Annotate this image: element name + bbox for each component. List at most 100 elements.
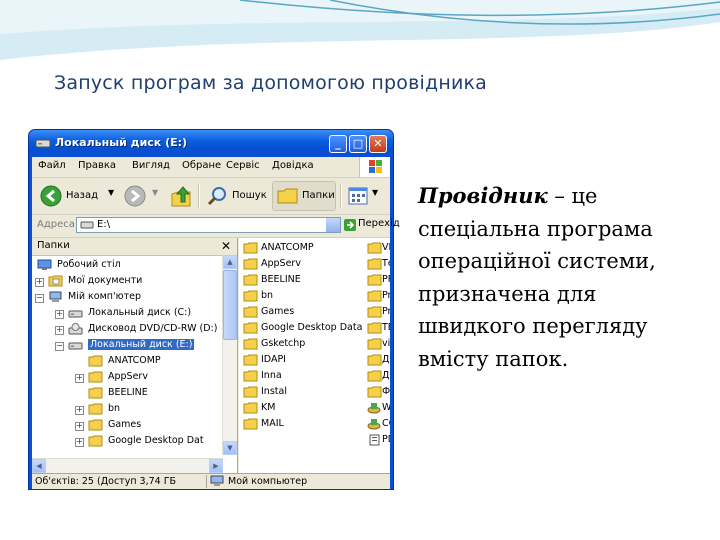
- address-dropdown-icon[interactable]: [326, 218, 340, 232]
- folder-icon: [243, 258, 258, 270]
- installer-icon: [367, 403, 381, 414]
- folder-icon: [367, 274, 382, 286]
- computer-icon: [210, 475, 224, 486]
- search-icon[interactable]: [206, 185, 228, 207]
- status-location: Мой компьютер: [228, 476, 308, 487]
- search-button[interactable]: Пошук: [232, 190, 267, 201]
- expand-icon[interactable]: +: [55, 326, 64, 335]
- folders-icon: [277, 188, 298, 204]
- menu-favorites[interactable]: Обране: [182, 160, 221, 171]
- folder-icon: [243, 322, 258, 334]
- folder-icon: [367, 322, 382, 334]
- views-icon[interactable]: [348, 187, 368, 205]
- tree-item-label: Мої документи: [68, 275, 143, 286]
- scroll-up-icon[interactable]: ▲: [223, 255, 237, 269]
- file-item-label: Ди: [382, 370, 390, 381]
- file-item-label: Ф: [382, 386, 390, 397]
- file-item-label: Д: [382, 354, 390, 365]
- decorative-swoosh: [0, 0, 720, 60]
- close-button[interactable]: ✕: [369, 135, 387, 153]
- menu-help[interactable]: Довідка: [272, 160, 314, 171]
- tree-item-label: Локальный диск (E:): [88, 339, 195, 350]
- file-item-label: Inna: [261, 370, 282, 381]
- collapse-icon[interactable]: −: [35, 294, 44, 303]
- back-arrow-icon[interactable]: [40, 185, 62, 207]
- folder-icon: [243, 242, 258, 254]
- window-client: Файл Правка Вигляд Обране Сервіс Довідка…: [32, 157, 400, 489]
- document-icon: [369, 434, 380, 446]
- tree-item-label: BEELINE: [108, 387, 148, 398]
- file-item-label: ANATCOMP: [261, 242, 314, 253]
- folders-button-label: Папки: [302, 190, 335, 201]
- folder-icon: [367, 242, 382, 254]
- tree-vertical-scrollbar[interactable]: ▲ ▼: [222, 255, 237, 455]
- scroll-thumb[interactable]: [223, 270, 237, 340]
- views-dropdown-icon[interactable]: ▼: [372, 188, 378, 197]
- folder-icon: [243, 306, 258, 318]
- address-label: Адреса:: [37, 219, 79, 230]
- file-item-label: Gsketchp: [261, 338, 306, 349]
- toolbar-separator: [340, 184, 342, 208]
- collapse-icon[interactable]: −: [55, 342, 64, 351]
- up-folder-icon[interactable]: [170, 184, 192, 208]
- forward-arrow-icon[interactable]: [124, 185, 146, 207]
- scroll-right-icon[interactable]: ▶: [209, 459, 223, 473]
- drive-icon: [68, 310, 83, 318]
- folder-icon: [243, 290, 258, 302]
- tree-item-label: bn: [108, 403, 121, 414]
- folder-icon: [88, 419, 103, 431]
- drive-icon: [80, 221, 94, 229]
- menu-file[interactable]: Файл: [38, 160, 66, 171]
- go-arrow-icon[interactable]: [344, 219, 356, 231]
- folder-icon: [88, 371, 103, 383]
- toolbar: Назад ▼ ▼ Пошук Папки ▼: [32, 178, 390, 215]
- file-item-label: Pr: [382, 290, 390, 301]
- toolbar-separator: [198, 184, 200, 208]
- menu-tools[interactable]: Сервіс: [226, 160, 260, 171]
- tree-horizontal-scrollbar[interactable]: ◀ ▶: [32, 458, 223, 473]
- menu-bar: Файл Правка Вигляд Обране Сервіс Довідка: [32, 157, 390, 178]
- tree-item-label: ANATCOMP: [108, 355, 161, 366]
- expand-icon[interactable]: +: [75, 406, 84, 415]
- folder-icon: [243, 274, 258, 286]
- file-item-label: Pr: [382, 306, 390, 317]
- address-value: E:\: [97, 219, 111, 230]
- folder-icon: [88, 355, 103, 367]
- expand-icon[interactable]: +: [55, 310, 64, 319]
- expand-icon[interactable]: +: [75, 438, 84, 447]
- folders-pane-header: Папки ✕: [32, 238, 237, 256]
- folder-icon: [367, 306, 382, 318]
- forward-dropdown-icon[interactable]: ▼: [152, 188, 158, 197]
- expand-icon[interactable]: +: [35, 278, 44, 287]
- tree-item-label: Google Desktop Dat: [108, 435, 204, 446]
- tree-item-label: Games: [108, 419, 142, 430]
- folder-icon: [367, 290, 382, 302]
- menu-view[interactable]: Вигляд: [132, 160, 170, 171]
- file-item-label: Games: [261, 306, 295, 317]
- file-item-label: PF: [382, 274, 390, 285]
- window-titlebar[interactable]: Локальный диск (E:) _ □ ✕: [29, 130, 393, 157]
- scroll-down-icon[interactable]: ▼: [223, 441, 237, 455]
- cd-drive-icon: [68, 323, 83, 335]
- close-pane-icon[interactable]: ✕: [221, 239, 231, 253]
- scroll-left-icon[interactable]: ◀: [32, 459, 46, 473]
- minimize-button[interactable]: _: [329, 135, 347, 153]
- folder-icon: [367, 338, 382, 350]
- back-dropdown-icon[interactable]: ▼: [108, 188, 114, 197]
- address-input[interactable]: E:\: [76, 217, 341, 233]
- file-item-label: W: [382, 402, 390, 413]
- back-button[interactable]: Назад: [66, 190, 98, 201]
- folder-icon: [243, 370, 258, 382]
- expand-icon[interactable]: +: [75, 422, 84, 431]
- go-button[interactable]: Перехід: [358, 218, 400, 229]
- menu-edit[interactable]: Правка: [78, 160, 116, 171]
- status-objects: Об'єктів: 25 (Доступ 3,74 ГБ: [35, 476, 177, 487]
- description-text: – це спеціальна програма операційної сис…: [418, 184, 656, 371]
- file-item-label: MAIL: [261, 418, 284, 429]
- windows-logo-icon: [359, 157, 390, 177]
- window-title: Локальный диск (E:): [55, 136, 188, 149]
- my-documents-icon: [48, 275, 63, 287]
- maximize-button[interactable]: □: [349, 135, 367, 153]
- expand-icon[interactable]: +: [75, 374, 84, 383]
- folders-button[interactable]: Папки: [272, 181, 336, 211]
